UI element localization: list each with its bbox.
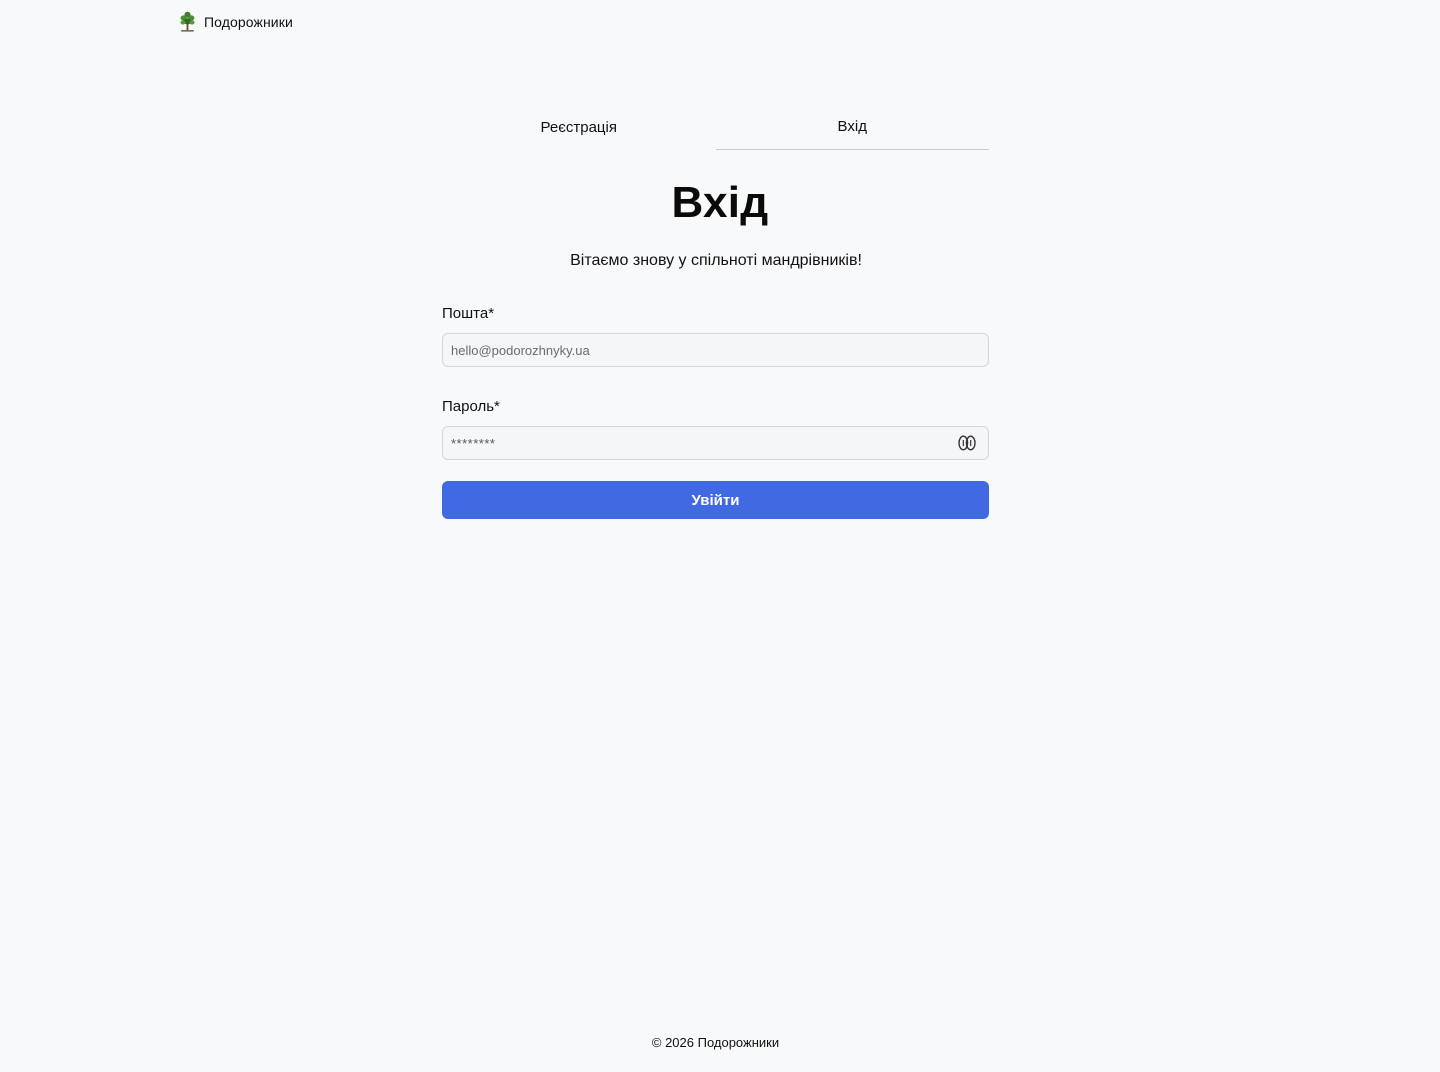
tree-icon bbox=[180, 11, 195, 32]
login-form: Пошта* Пароль* Увійти bbox=[442, 304, 989, 519]
password-input[interactable] bbox=[442, 426, 989, 460]
email-input-wrapper bbox=[442, 333, 989, 367]
email-field-group: Пошта* bbox=[442, 304, 989, 367]
eye-icon[interactable] bbox=[957, 434, 977, 452]
tab-register[interactable]: Реєстрація bbox=[442, 106, 716, 150]
footer-copyright: © 2026 Подорожники bbox=[651, 1035, 780, 1050]
page-subtitle: Вітаємо знову у спільноті мандрівників! bbox=[570, 252, 862, 269]
email-input[interactable] bbox=[442, 333, 989, 367]
auth-tabs: Реєстрація Вхід bbox=[442, 106, 989, 150]
password-label: Пароль* bbox=[442, 398, 500, 415]
tab-login[interactable]: Вхід bbox=[715, 106, 989, 150]
login-submit-button[interactable]: Увійти bbox=[442, 481, 989, 519]
login-page: Подорожники Реєстрація Вхід Вхід Вітаємо… bbox=[0, 0, 1440, 1072]
password-field-group: Пароль* bbox=[442, 397, 989, 460]
email-label: Пошта* bbox=[442, 305, 495, 322]
brand-logo-link[interactable]: Подорожники bbox=[179, 11, 293, 32]
password-input-wrapper bbox=[442, 426, 989, 460]
page-title: Вхід bbox=[671, 178, 769, 227]
brand-name: Подорожники bbox=[204, 13, 293, 30]
